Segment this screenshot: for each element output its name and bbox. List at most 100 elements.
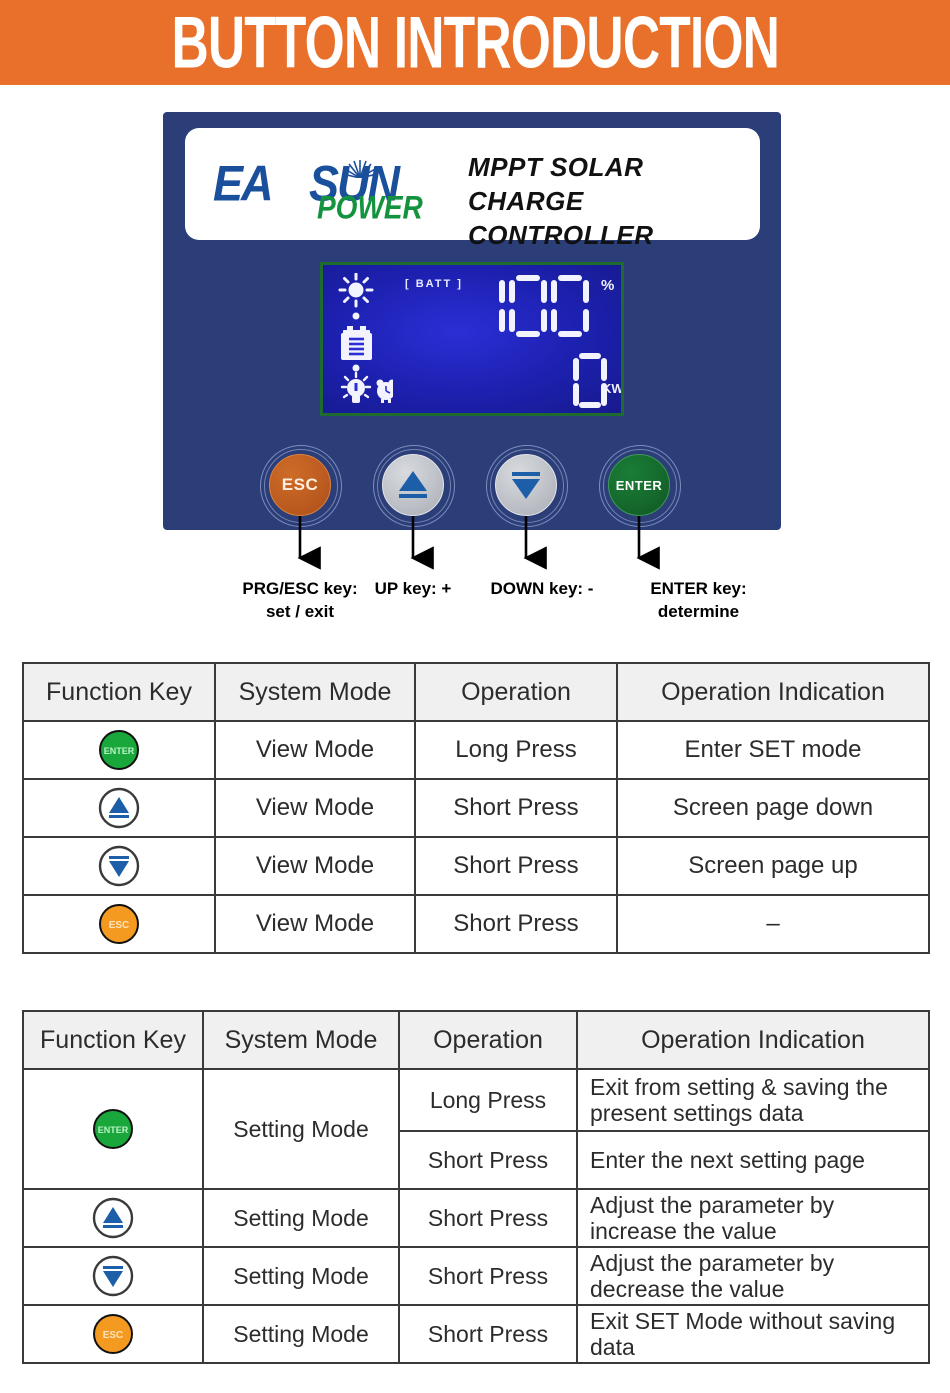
up-button-face[interactable] [382, 454, 444, 516]
row-key-icon-cell: ESC [22, 1304, 204, 1364]
row-operation: Short Press [398, 1246, 578, 1306]
caption-down: DOWN key: - [490, 579, 594, 598]
device-button-row: ESC ENTER [163, 445, 781, 528]
esc-button-face[interactable]: ESC [269, 454, 331, 516]
row-key-icon-cell [22, 1246, 204, 1306]
col-header-function-key: Function Key [22, 662, 216, 722]
lcd-display: [ BATT ] % KW [320, 262, 624, 416]
product-name-line-1: MPPT SOLAR [468, 152, 644, 182]
down-button-face[interactable] [495, 454, 557, 516]
esc-key-icon: ESC [91, 1312, 135, 1356]
col-header-operation: Operation [414, 662, 618, 722]
col-header-operation-indication: Operation Indication [576, 1010, 930, 1070]
row-operation: Short Press [398, 1130, 578, 1190]
lcd-digit-3 [551, 275, 589, 337]
row-key-icon-cell [22, 778, 216, 838]
up-button[interactable] [373, 445, 455, 527]
svg-text:ESC: ESC [109, 920, 130, 931]
lcd-batt-label: [ BATT ] [405, 278, 463, 290]
row-indication: Adjust the parameter by increase the val… [576, 1188, 930, 1248]
up-arrow-icon [399, 471, 427, 498]
row-indication: Screen page up [616, 836, 930, 896]
row-system-mode: View Mode [214, 720, 416, 780]
esc-button[interactable]: ESC [260, 445, 342, 527]
table-row: ESC View Mode Short Press – [22, 894, 930, 954]
page-title: BUTTON INTRODUCTION [171, 1, 779, 83]
enter-button[interactable]: ENTER [599, 445, 681, 527]
flow-dot-top [352, 312, 360, 320]
row-operation: Short Press [414, 894, 618, 954]
up-key-icon [91, 1196, 135, 1240]
svg-text:ENTER: ENTER [98, 1125, 129, 1135]
device-brand-plate: EA SUN POWER MPPT SOLAR CHARGE CONTROLLE… [185, 128, 760, 250]
lcd-power-unit: KW [602, 381, 621, 396]
row-operation: Short Press [414, 778, 618, 838]
view-mode-table: Function Key System Mode Operation Opera… [22, 662, 930, 954]
svg-text:ENTER: ENTER [104, 746, 135, 756]
lcd-digit-1 [491, 275, 505, 337]
logo-text-ea: EA [213, 154, 273, 212]
enter-button-face[interactable]: ENTER [608, 454, 670, 516]
row-operation: Short Press [414, 836, 618, 896]
caption-enter: ENTER key: determine [650, 579, 747, 621]
row-operation: Short Press [398, 1304, 578, 1364]
down-key-icon [97, 844, 141, 888]
logo-sun-rays-icon [343, 158, 377, 178]
row-system-mode: View Mode [214, 836, 416, 896]
col-header-operation-indication: Operation Indication [616, 662, 930, 722]
row-system-mode: View Mode [214, 778, 416, 838]
row-key-icon-cell [22, 1188, 204, 1248]
row-operation: Long Press [398, 1068, 578, 1132]
flow-dot-bottom [352, 364, 360, 372]
easun-power-logo: EA SUN POWER [213, 154, 445, 224]
row-system-mode: Setting Mode [202, 1304, 400, 1364]
lcd-digit-2 [509, 275, 547, 337]
row-indication: Screen page down [616, 778, 930, 838]
up-key-icon [97, 786, 141, 830]
lcd-screen-area: [ BATT ] % KW [323, 265, 621, 413]
table-row: ENTER View Mode Long Press Enter SET mod… [22, 720, 930, 780]
row-system-mode: View Mode [214, 894, 416, 954]
row-indication: Adjust the parameter by decrease the val… [576, 1246, 930, 1306]
charge-controller-device: EA SUN POWER MPPT SOLAR CHARGE CONTROLLE… [163, 112, 781, 530]
row-system-mode: Setting Mode [202, 1188, 400, 1248]
lcd-percent-unit: % [601, 277, 615, 294]
col-header-system-mode: System Mode [202, 1010, 400, 1070]
alarm-clock-icon [376, 379, 396, 403]
esc-button-label: ESC [281, 475, 319, 494]
row-key-icon-cell: ENTER [22, 1068, 204, 1190]
product-name-line-2: CHARGE CONTROLLER [468, 186, 654, 250]
table-row: Setting Mode Short Press Adjust the para… [22, 1188, 930, 1248]
down-key-icon [91, 1254, 135, 1298]
col-header-operation: Operation [398, 1010, 578, 1070]
table-row: Setting Mode Short Press Adjust the para… [22, 1246, 930, 1306]
table-row: View Mode Short Press Screen page up [22, 836, 930, 896]
row-system-mode: Setting Mode [202, 1246, 400, 1306]
down-arrow-icon [512, 472, 540, 499]
col-header-function-key: Function Key [22, 1010, 204, 1070]
caption-up: UP key: + [374, 579, 452, 598]
table-header-row: Function Key System Mode Operation Opera… [22, 1010, 930, 1070]
page-header-banner: BUTTON INTRODUCTION [0, 0, 950, 85]
enter-key-icon: ENTER [91, 1107, 135, 1151]
table-row: ENTER Setting Mode Long Press Exit from … [22, 1068, 930, 1190]
down-button[interactable] [486, 445, 568, 527]
lcd-battery-percent-value [491, 275, 589, 337]
row-key-icon-cell: ENTER [22, 720, 216, 780]
col-header-system-mode: System Mode [214, 662, 416, 722]
row-key-icon-cell: ESC [22, 894, 216, 954]
row-indication: Exit from setting & saving the present s… [576, 1068, 930, 1132]
row-key-icon-cell [22, 836, 216, 896]
row-indication: Enter the next setting page [576, 1130, 930, 1190]
setting-mode-table: Function Key System Mode Operation Opera… [22, 1010, 930, 1364]
enter-button-label: ENTER [615, 477, 663, 493]
table-header-row: Function Key System Mode Operation Opera… [22, 662, 930, 722]
sun-icon [338, 272, 374, 308]
row-system-mode: Setting Mode [202, 1068, 400, 1190]
row-operation: Long Press [414, 720, 618, 780]
row-operation: Short Press [398, 1188, 578, 1248]
row-indication: – [616, 894, 930, 954]
light-bulb-icon [340, 371, 372, 403]
button-introduction-page: BUTTON INTRODUCTION EA SUN POWER MPPT SO… [0, 0, 950, 1393]
table-row: ESC Setting Mode Short Press Exit SET Mo… [22, 1304, 930, 1364]
